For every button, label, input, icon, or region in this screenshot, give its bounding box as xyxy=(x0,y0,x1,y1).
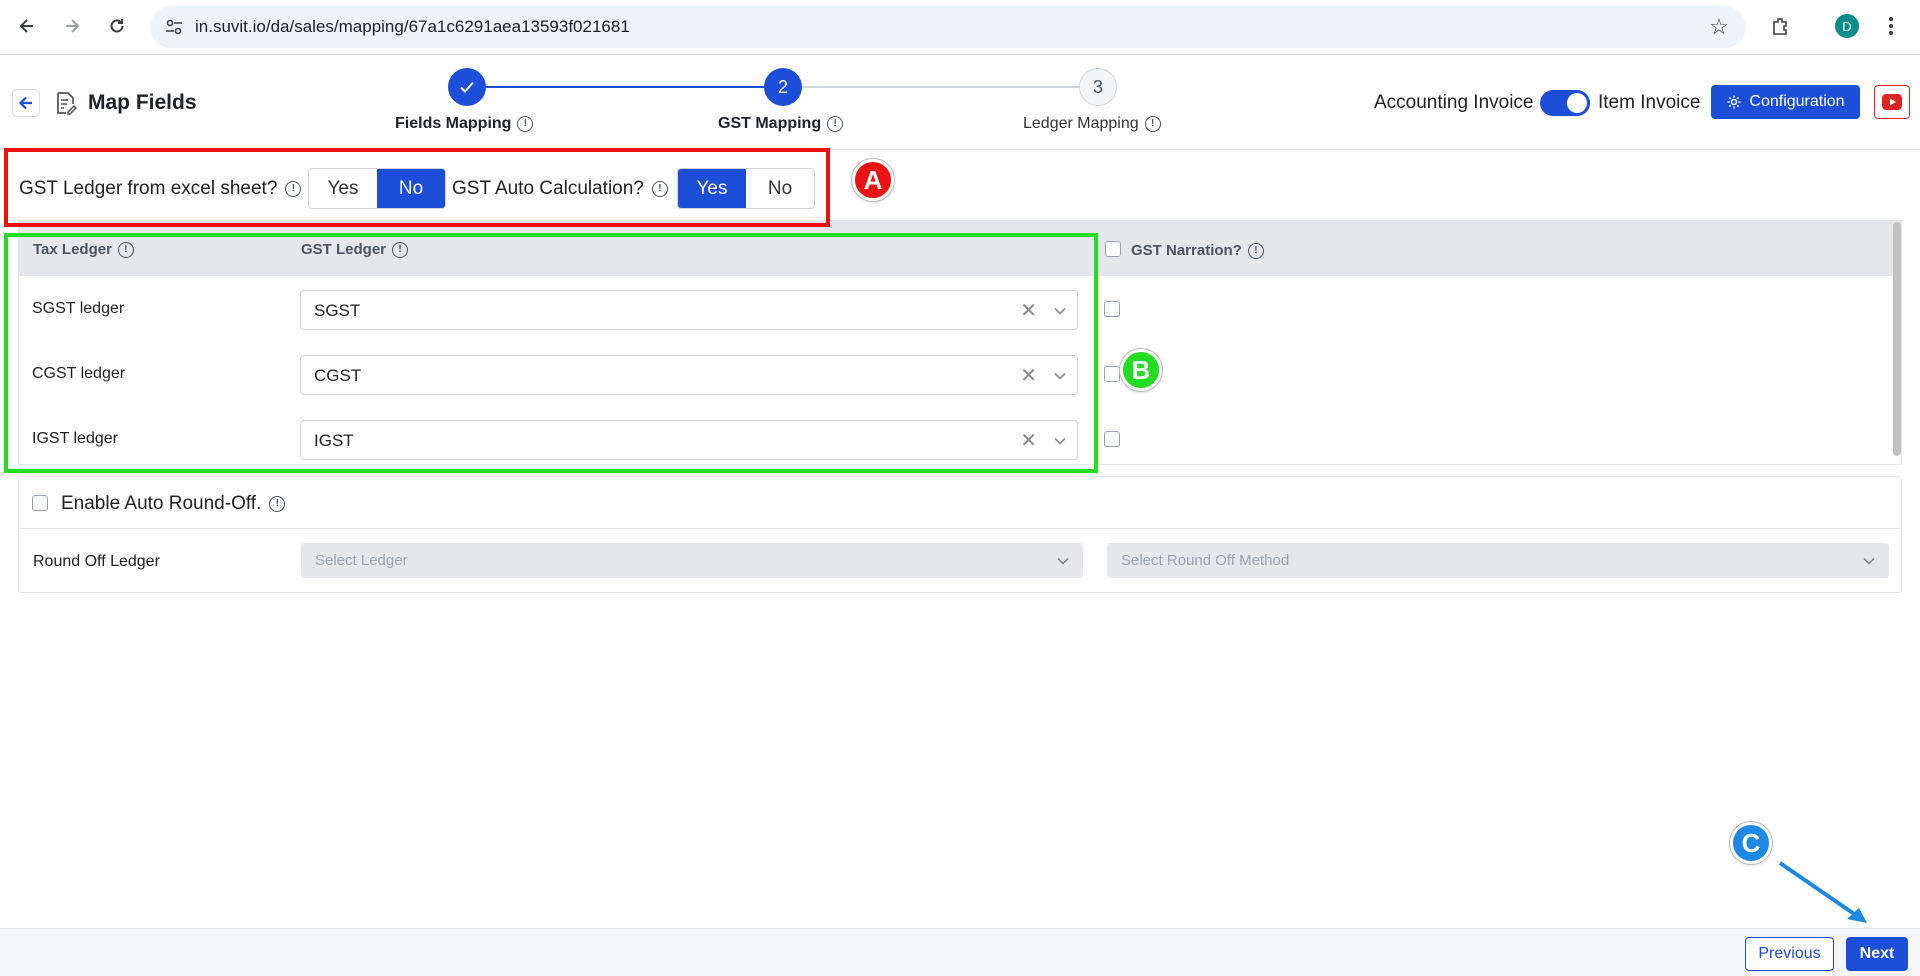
browser-back-icon[interactable] xyxy=(13,12,41,40)
stepper-line-pending xyxy=(802,86,1080,88)
browser-reload-icon[interactable] xyxy=(103,12,131,40)
gear-icon xyxy=(1727,95,1741,109)
site-settings-icon[interactable] xyxy=(164,17,184,37)
annotation-box-b xyxy=(4,233,1098,473)
next-button[interactable]: Next xyxy=(1846,937,1908,971)
info-icon[interactable]: ! xyxy=(517,116,534,132)
step-1-label[interactable]: Fields Mapping! xyxy=(395,115,534,133)
url-text[interactable]: in.suvit.io/da/sales/mapping/67a1c6291ae… xyxy=(195,17,630,37)
step-3-label[interactable]: Ledger Mapping! xyxy=(1023,115,1161,133)
step-3-circle[interactable]: 3 xyxy=(1079,68,1117,106)
footer-bar xyxy=(0,928,1920,976)
info-icon[interactable]: ! xyxy=(1247,242,1264,259)
info-icon[interactable]: ! xyxy=(269,496,286,512)
annotation-marker-c: C xyxy=(1730,822,1772,864)
bookmark-star-icon[interactable]: ☆ xyxy=(1706,14,1732,40)
app-header: Map Fields Fields Mapping! 2 GST Mapping… xyxy=(0,56,1920,150)
browser-menu-icon[interactable] xyxy=(1877,12,1905,40)
browser-forward-icon[interactable] xyxy=(58,12,86,40)
previous-button[interactable]: Previous xyxy=(1745,937,1834,971)
annotation-marker-b: B xyxy=(1120,349,1162,391)
divider xyxy=(19,528,1901,529)
profile-avatar[interactable]: D xyxy=(1835,14,1859,38)
invoice-type-toggle[interactable] xyxy=(1540,90,1590,116)
extensions-icon[interactable] xyxy=(1767,12,1795,40)
step-2-label[interactable]: GST Mapping! xyxy=(718,115,844,133)
stepper-line-done xyxy=(485,86,782,88)
round-off-ledger-label: Round Off Ledger xyxy=(33,553,160,570)
document-edit-icon xyxy=(57,92,78,115)
address-bar[interactable]: in.suvit.io/da/sales/mapping/67a1c6291ae… xyxy=(150,6,1746,48)
round-off-title: Enable Auto Round-Off.! xyxy=(61,493,286,515)
annotation-box-a xyxy=(4,148,830,227)
annotation-marker-a: A xyxy=(852,159,894,201)
youtube-icon xyxy=(1882,94,1902,110)
cgst-narration-checkbox[interactable] xyxy=(1104,366,1120,382)
step-1-circle[interactable] xyxy=(448,68,486,106)
checkmark-icon xyxy=(460,81,474,93)
youtube-tutorial-button[interactable] xyxy=(1874,85,1910,119)
table-scrollbar[interactable] xyxy=(1893,222,1901,456)
round-off-ledger-select[interactable]: Select Ledger xyxy=(301,543,1083,578)
chevron-down-icon xyxy=(1057,557,1069,565)
chevron-down-icon xyxy=(1863,557,1875,565)
enable-round-off-checkbox[interactable] xyxy=(32,495,48,511)
configuration-button[interactable]: Configuration xyxy=(1711,85,1860,119)
page-title: Map Fields xyxy=(88,91,197,114)
annotation-arrow xyxy=(1778,861,1867,923)
info-icon[interactable]: ! xyxy=(827,116,844,132)
item-invoice-label: Item Invoice xyxy=(1598,92,1701,113)
sgst-narration-checkbox[interactable] xyxy=(1104,301,1120,317)
accounting-invoice-label: Accounting Invoice xyxy=(1374,92,1534,113)
igst-narration-checkbox[interactable] xyxy=(1104,431,1120,447)
toggle-knob xyxy=(1567,93,1587,113)
round-off-method-select[interactable]: Select Round Off Method xyxy=(1107,543,1889,578)
info-icon[interactable]: ! xyxy=(1144,116,1161,132)
back-button[interactable] xyxy=(12,89,40,117)
gst-narration-select-all-checkbox[interactable] xyxy=(1105,241,1121,257)
browser-toolbar: in.suvit.io/da/sales/mapping/67a1c6291ae… xyxy=(0,0,1920,55)
round-off-card: Enable Auto Round-Off.! Round Off Ledger… xyxy=(18,476,1902,593)
step-2-circle[interactable]: 2 xyxy=(764,68,802,106)
gst-narration-header: GST Narration?! xyxy=(1131,242,1264,259)
back-arrow-icon xyxy=(18,96,32,110)
